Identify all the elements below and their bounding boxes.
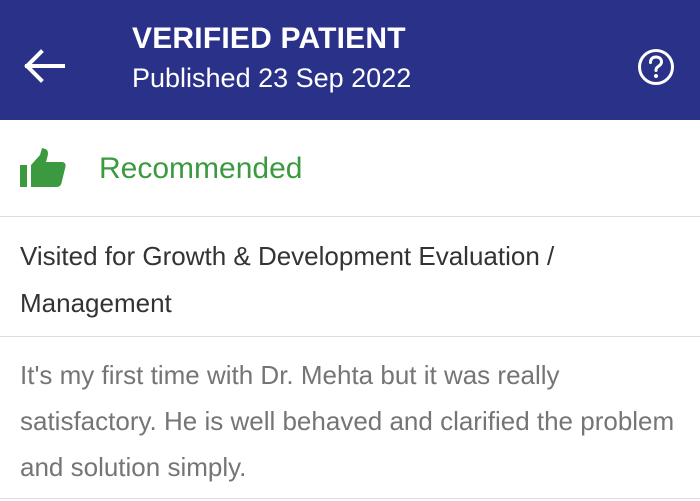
recommended-label: Recommended: [99, 152, 303, 185]
app-header: VERIFIED PATIENT Published 23 Sep 2022: [0, 0, 700, 120]
published-date: Published 23 Sep 2022: [132, 63, 412, 93]
visit-reason: Visited for Growth & Development Evaluat…: [20, 241, 555, 318]
help-button[interactable]: [634, 45, 678, 89]
divider: [0, 336, 700, 337]
divider: [0, 498, 700, 499]
help-circle-icon: [638, 49, 674, 85]
page-title: VERIFIED PATIENT: [132, 22, 406, 55]
back-button[interactable]: [18, 40, 70, 92]
review-text: It's my first time with Dr. Mehta but it…: [20, 360, 675, 482]
arrow-left-icon: [24, 49, 65, 83]
thumbs-up-icon: [20, 148, 66, 187]
